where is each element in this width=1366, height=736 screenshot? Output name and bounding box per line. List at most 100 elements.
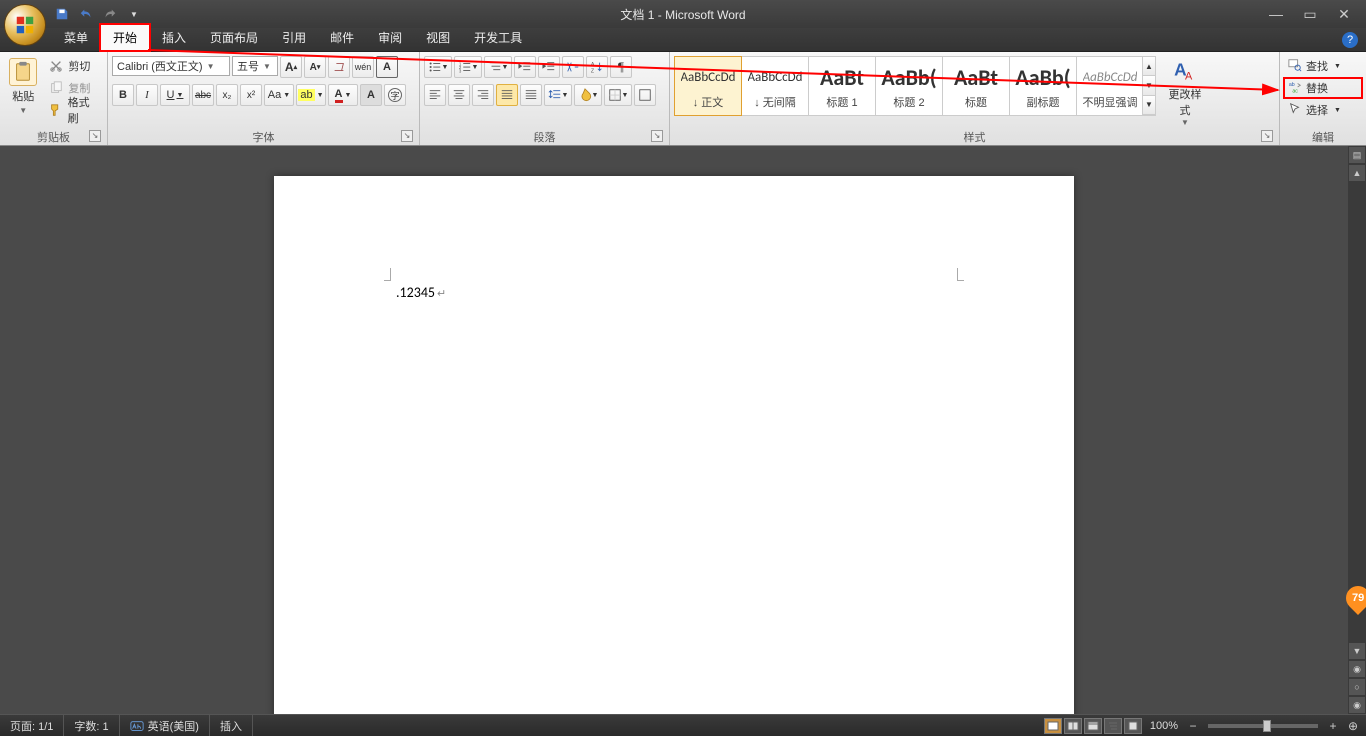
align-center-button[interactable] [448, 84, 470, 106]
grow-font-button[interactable]: A▴ [280, 56, 302, 78]
zoom-in-button[interactable]: + [1326, 719, 1340, 733]
view-outline-button[interactable] [1104, 718, 1122, 734]
style-scroll-up-icon[interactable]: ▲ [1143, 57, 1155, 76]
tab-references[interactable]: 引用 [270, 25, 318, 51]
tab-mailings[interactable]: 邮件 [318, 25, 366, 51]
distribute-button[interactable] [520, 84, 542, 106]
style-item-6[interactable]: AaBbCcDd不明显强调 [1076, 56, 1144, 116]
change-styles-button[interactable]: AA 更改样式 ▼ [1164, 54, 1206, 127]
ruler-toggle-icon[interactable]: ▤ [1349, 147, 1365, 163]
style-item-3[interactable]: AaBb(标题 2 [875, 56, 943, 116]
ltr-button[interactable] [562, 56, 584, 78]
tabs-button[interactable] [634, 84, 656, 106]
numbering-button[interactable]: 123▼ [454, 56, 482, 78]
view-web-button[interactable] [1084, 718, 1102, 734]
subscript-button[interactable]: x₂ [216, 84, 238, 106]
format-painter-button[interactable]: 格式刷 [44, 100, 103, 120]
vertical-scrollbar[interactable]: ▤ ▲ 79 ▼ ◉ ○ ◉ [1348, 146, 1366, 714]
zoom-value[interactable]: 100% [1150, 720, 1178, 732]
italic-button[interactable]: I [136, 84, 158, 106]
scroll-down-icon[interactable]: ▼ [1349, 643, 1365, 659]
decrease-indent-button[interactable] [514, 56, 536, 78]
prev-page-icon[interactable]: ◉ [1349, 661, 1365, 677]
align-right-button[interactable] [472, 84, 494, 106]
multilevel-button[interactable]: ▼ [484, 56, 512, 78]
document-text[interactable]: .12345 [396, 284, 446, 301]
style-expand-icon[interactable]: ▼ [1143, 96, 1155, 115]
increase-indent-button[interactable] [538, 56, 560, 78]
char-border-button[interactable]: A [376, 56, 398, 78]
status-language[interactable]: 英语(美国) [120, 715, 210, 736]
minimize-button[interactable]: — [1264, 6, 1288, 22]
char-shading-button[interactable]: A [360, 84, 382, 106]
shading-button[interactable]: ▼ [574, 84, 602, 106]
style-item-5[interactable]: AaBb(副标题 [1009, 56, 1077, 116]
scroll-up-icon[interactable]: ▲ [1349, 165, 1365, 181]
redo-icon[interactable] [100, 4, 120, 24]
style-item-0[interactable]: AaBbCcDd↓ 正文 [674, 56, 742, 116]
bold-button[interactable]: B [112, 84, 134, 106]
underline-button[interactable]: U▼ [160, 84, 190, 106]
line-spacing-button[interactable]: ▼ [544, 84, 572, 106]
highlight-button[interactable]: ab▼ [296, 84, 326, 106]
document-area[interactable]: .12345 [0, 146, 1348, 714]
enclose-char-button[interactable]: 字 [384, 84, 406, 106]
align-left-button[interactable] [424, 84, 446, 106]
help-icon[interactable]: ? [1342, 32, 1358, 48]
browse-object-icon[interactable]: ○ [1349, 679, 1365, 695]
undo-icon[interactable] [76, 4, 96, 24]
copy-button[interactable]: 复制 [44, 78, 103, 98]
qat-dropdown-icon[interactable]: ▼ [124, 4, 144, 24]
tab-home[interactable]: 开始 [100, 24, 150, 51]
tab-layout[interactable]: 页面布局 [198, 25, 270, 51]
zoom-thumb[interactable] [1263, 720, 1271, 732]
zoom-fit-button[interactable]: ⊕ [1346, 719, 1360, 733]
style-gallery-scroll[interactable]: ▲▼▼ [1142, 56, 1156, 116]
show-marks-button[interactable]: ¶ [610, 56, 632, 78]
cut-button[interactable]: 剪切 [44, 56, 103, 76]
superscript-button[interactable]: x² [240, 84, 262, 106]
sort-button[interactable]: AZ [586, 56, 608, 78]
strikethrough-button[interactable]: abc [192, 84, 214, 106]
select-button[interactable]: 选择▼ [1284, 100, 1362, 120]
maximize-button[interactable]: ▭ [1298, 6, 1322, 23]
borders-button[interactable]: ▼ [604, 84, 632, 106]
clipboard-launcher-icon[interactable]: ↘ [89, 130, 101, 142]
font-color-button[interactable]: A▼ [328, 84, 358, 106]
styles-launcher-icon[interactable]: ↘ [1261, 130, 1273, 142]
tab-review[interactable]: 审阅 [366, 25, 414, 51]
status-words[interactable]: 字数: 1 [64, 715, 119, 736]
font-name-combo[interactable]: Calibri (西文正文)▼ [112, 56, 230, 76]
font-launcher-icon[interactable]: ↘ [401, 130, 413, 142]
styles-gallery[interactable]: AaBbCcDd↓ 正文AaBbCcDd↓ 无间隔AaBt标题 1AaBb(标题… [674, 54, 1156, 116]
status-mode[interactable]: 插入 [210, 715, 253, 736]
style-scroll-down-icon[interactable]: ▼ [1143, 76, 1155, 95]
style-item-2[interactable]: AaBt标题 1 [808, 56, 876, 116]
office-button[interactable] [4, 4, 46, 46]
tab-insert[interactable]: 插入 [150, 25, 198, 51]
clear-format-button[interactable] [328, 56, 350, 78]
replace-button[interactable]: abac替换 [1284, 78, 1362, 98]
zoom-slider[interactable] [1208, 724, 1318, 728]
view-print-layout-button[interactable] [1044, 718, 1062, 734]
save-icon[interactable] [52, 4, 72, 24]
paragraph-launcher-icon[interactable]: ↘ [651, 130, 663, 142]
font-size-combo[interactable]: 五号▼ [232, 56, 278, 76]
tab-menu[interactable]: 菜单 [52, 25, 100, 51]
close-button[interactable]: ✕ [1332, 6, 1356, 23]
bullets-button[interactable]: ▼ [424, 56, 452, 78]
tab-developer[interactable]: 开发工具 [462, 25, 534, 51]
paste-button[interactable]: 粘贴 ▼ [4, 54, 42, 115]
shrink-font-button[interactable]: A▾ [304, 56, 326, 78]
style-item-4[interactable]: AaBt标题 [942, 56, 1010, 116]
view-fullscreen-button[interactable] [1064, 718, 1082, 734]
style-item-1[interactable]: AaBbCcDd↓ 无间隔 [741, 56, 809, 116]
align-justify-button[interactable] [496, 84, 518, 106]
find-button[interactable]: 查找▼ [1284, 56, 1362, 76]
view-draft-button[interactable] [1124, 718, 1142, 734]
tab-view[interactable]: 视图 [414, 25, 462, 51]
change-case-button[interactable]: Aa▼ [264, 84, 294, 106]
status-page[interactable]: 页面: 1/1 [0, 715, 64, 736]
zoom-out-button[interactable]: − [1186, 719, 1200, 733]
phonetic-guide-button[interactable]: wén [352, 56, 374, 78]
